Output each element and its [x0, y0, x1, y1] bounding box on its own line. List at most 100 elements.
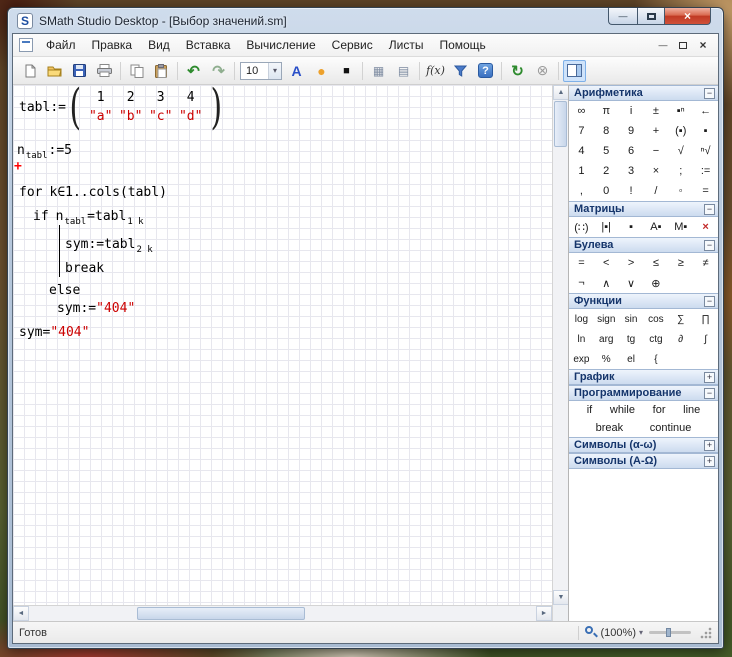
palette-button[interactable]: ¬: [569, 273, 594, 293]
section-header-graph[interactable]: График +: [569, 369, 718, 385]
palette-button[interactable]: ⊕: [644, 273, 669, 293]
palette-button[interactable]: π: [594, 101, 619, 121]
filter-button[interactable]: [449, 60, 472, 82]
palette-button[interactable]: ,: [569, 181, 594, 201]
palette-button[interactable]: 4: [569, 141, 594, 161]
resize-grip[interactable]: [699, 626, 712, 639]
zoom-slider[interactable]: [649, 631, 691, 634]
palette-button[interactable]: tg: [619, 329, 644, 349]
new-button[interactable]: [18, 60, 41, 82]
copy-button[interactable]: [125, 60, 148, 82]
matrix-cell[interactable]: "a": [86, 109, 116, 124]
section-header-functions[interactable]: Функции −: [569, 293, 718, 309]
palette-button[interactable]: ≠: [693, 253, 718, 273]
expression-sym-else-assign[interactable]: sym:="404": [57, 301, 135, 316]
print-button[interactable]: [93, 60, 116, 82]
stop-button[interactable]: ⊗: [531, 60, 554, 82]
palette-button[interactable]: if: [587, 404, 593, 416]
scroll-left-button[interactable]: ◄: [13, 606, 29, 621]
horizontal-scroll-track[interactable]: [29, 606, 536, 621]
palette-button[interactable]: 5: [594, 141, 619, 161]
expression-sym-result[interactable]: sym="404": [19, 325, 89, 340]
redo-button[interactable]: ↷: [207, 60, 230, 82]
horizontal-scrollbar[interactable]: ◄ ►: [13, 605, 552, 621]
palette-button[interactable]: ×: [644, 161, 669, 181]
scroll-down-button[interactable]: ▼: [553, 590, 569, 605]
matrix-cell[interactable]: "b": [116, 109, 146, 124]
palette-button[interactable]: sign: [594, 309, 619, 329]
section-header-symbols-uppercase[interactable]: Символы (A-Ω) +: [569, 453, 718, 469]
palette-button[interactable]: ln: [569, 329, 594, 349]
expression-for-loop[interactable]: fork∈1..cols(tabl): [19, 185, 167, 200]
palette-button[interactable]: (∷): [569, 217, 594, 237]
palette-button[interactable]: {: [644, 349, 669, 369]
palette-button[interactable]: ◦: [668, 181, 693, 201]
menu-item[interactable]: Вычисление: [238, 35, 323, 55]
palette-button[interactable]: 0: [594, 181, 619, 201]
matrix-cell[interactable]: "d": [176, 109, 206, 124]
font-color-button[interactable]: A: [285, 60, 308, 82]
align-rows-button[interactable]: ▤: [392, 60, 415, 82]
palette-button[interactable]: −: [644, 141, 669, 161]
palette-button[interactable]: ∑: [668, 309, 693, 329]
palette-button[interactable]: <: [594, 253, 619, 273]
mdi-close-button[interactable]: ×: [694, 38, 712, 53]
palette-button[interactable]: ∂: [668, 329, 693, 349]
save-button[interactable]: [68, 60, 91, 82]
document-icon[interactable]: [19, 38, 33, 52]
section-header-matrices[interactable]: Матрицы −: [569, 201, 718, 217]
collapse-toggle[interactable]: −: [704, 204, 715, 215]
collapse-toggle[interactable]: −: [704, 388, 715, 399]
border-button[interactable]: ■: [335, 60, 358, 82]
palette-button[interactable]: ∏: [693, 309, 718, 329]
side-panel-toggle[interactable]: [563, 60, 586, 82]
palette-button[interactable]: ∫: [693, 329, 718, 349]
collapse-toggle[interactable]: −: [704, 240, 715, 251]
expression-tabl-definition[interactable]: tabl:= ( 1234 "a""b""c""d" ): [19, 87, 225, 127]
palette-button[interactable]: ±: [644, 101, 669, 121]
expand-toggle[interactable]: +: [704, 456, 715, 467]
help-button[interactable]: ?: [474, 60, 497, 82]
palette-button[interactable]: :=: [693, 161, 718, 181]
palette-button[interactable]: ×: [693, 217, 718, 237]
palette-button[interactable]: ∧: [594, 273, 619, 293]
matrix-cell[interactable]: 2: [116, 90, 146, 105]
menu-item[interactable]: Файл: [38, 35, 84, 55]
paste-button[interactable]: [150, 60, 173, 82]
palette-button[interactable]: cos: [644, 309, 669, 329]
expression-if-condition[interactable]: ifntabl=tabl1 k: [33, 209, 145, 224]
section-header-boolean[interactable]: Булева −: [569, 237, 718, 253]
palette-button[interactable]: line: [683, 404, 700, 416]
menu-item[interactable]: Вид: [140, 35, 178, 55]
palette-button[interactable]: ∨: [619, 273, 644, 293]
minimize-button[interactable]: —: [608, 8, 637, 25]
palette-button[interactable]: ≥: [668, 253, 693, 273]
insert-function-button[interactable]: f(x): [424, 60, 447, 82]
align-grid-button[interactable]: ▦: [367, 60, 390, 82]
palette-button[interactable]: 2: [594, 161, 619, 181]
menu-item[interactable]: Правка: [84, 35, 141, 55]
palette-button[interactable]: √: [668, 141, 693, 161]
matrix-cell[interactable]: "c": [146, 109, 176, 124]
palette-button[interactable]: ▪: [619, 217, 644, 237]
palette-button[interactable]: 8: [594, 121, 619, 141]
palette-button[interactable]: ▪ⁿ: [668, 101, 693, 121]
palette-button[interactable]: ctg: [644, 329, 669, 349]
section-header-arithmetic[interactable]: Арифметика −: [569, 85, 718, 101]
chevron-down-icon[interactable]: ▾: [268, 63, 281, 79]
palette-button[interactable]: 6: [619, 141, 644, 161]
zoom-level[interactable]: (100%): [601, 627, 636, 639]
zoom-caret-icon[interactable]: ▾: [639, 628, 643, 637]
matrix-cell[interactable]: 1: [86, 90, 116, 105]
palette-button[interactable]: %: [594, 349, 619, 369]
fill-color-button[interactable]: ●: [310, 60, 333, 82]
palette-button[interactable]: |▪|: [594, 217, 619, 237]
expression-sym-assign[interactable]: sym:=tabl2 k: [65, 237, 154, 252]
expression-break[interactable]: break: [65, 261, 104, 276]
palette-button[interactable]: A▪: [644, 217, 669, 237]
palette-button[interactable]: i: [619, 101, 644, 121]
title-bar[interactable]: S SMath Studio Desktop - [Выбор значений…: [8, 8, 723, 33]
palette-button[interactable]: (▪): [668, 121, 693, 141]
open-button[interactable]: [43, 60, 66, 82]
palette-button[interactable]: while: [610, 404, 635, 416]
